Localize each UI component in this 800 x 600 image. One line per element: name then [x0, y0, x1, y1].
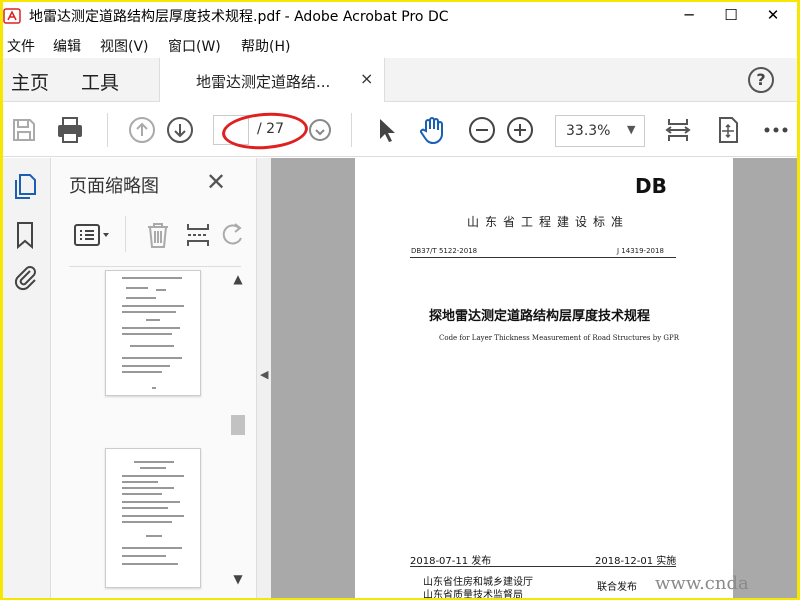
- doc-publisher-2: 山东省质量技术监督局: [423, 590, 523, 598]
- fit-page-icon[interactable]: [663, 115, 693, 145]
- doc-code-left: DB37/T 5122-2018: [411, 247, 478, 255]
- doc-title: 探地雷达测定道路结构层厚度技术规程: [429, 309, 651, 324]
- panel-toolbar: [69, 216, 249, 256]
- menu-file[interactable]: 文件: [7, 36, 35, 56]
- page-thumbnails-icon[interactable]: [10, 172, 40, 202]
- doc-issue-date: 2018-07-11 发布: [410, 556, 492, 567]
- close-window-button[interactable]: ✕: [753, 2, 793, 28]
- doc-badge: DB: [635, 174, 667, 198]
- scroll-down-icon[interactable]: ▼: [229, 572, 247, 590]
- select-cursor-icon[interactable]: [371, 115, 401, 145]
- panel-collapse-strip[interactable]: ◀: [257, 158, 271, 598]
- document-tab-label: 地雷达测定道路结...: [196, 73, 331, 91]
- scrollbar-thumb[interactable]: [231, 415, 245, 435]
- page-stepper-icon[interactable]: [305, 115, 335, 145]
- bookmark-icon[interactable]: [10, 220, 40, 250]
- acrobat-logo-icon: [3, 7, 25, 25]
- nav-home[interactable]: 主页: [11, 68, 49, 95]
- doc-rule: [410, 566, 676, 567]
- nav-tools[interactable]: 工具: [81, 68, 119, 95]
- toolbar-separator: [125, 216, 126, 252]
- zoom-in-icon[interactable]: [505, 115, 535, 145]
- doc-standard-heading: 山东省工程建设标准: [467, 215, 630, 229]
- panel-divider: [69, 266, 241, 267]
- menu-view[interactable]: 视图(V): [100, 36, 149, 56]
- scroll-up-icon[interactable]: ▲: [229, 272, 247, 290]
- menu-bar: 文件 编辑 视图(V) 窗口(W) 帮助(H): [3, 32, 797, 56]
- chevron-down-icon: ▼: [627, 123, 636, 136]
- nav-bar: 主页 工具 地雷达测定道路结... × ?: [3, 58, 797, 102]
- window-title: 地雷达测定道路结构层厚度技术规程.pdf - Adobe Acrobat Pro…: [29, 9, 449, 25]
- watermark: www.cnda: [655, 573, 749, 594]
- left-icon-rail: [3, 158, 51, 598]
- thumbnail-scrollbar[interactable]: ▲ ▼: [229, 272, 247, 592]
- doc-subtitle: Code for Layer Thickness Measurement of …: [439, 334, 679, 342]
- more-options-icon[interactable]: [761, 115, 791, 145]
- hand-tool-icon[interactable]: [417, 115, 447, 145]
- doc-joint-release: 联合发布: [597, 582, 637, 593]
- help-icon[interactable]: ?: [748, 67, 774, 93]
- zoom-out-icon[interactable]: [467, 115, 497, 145]
- toolbar-separator: [351, 113, 352, 147]
- panel-title: 页面缩略图: [69, 176, 159, 197]
- title-bar: 地雷达测定道路结构层厚度技术规程.pdf - Adobe Acrobat Pro…: [3, 2, 797, 30]
- collapse-arrow-icon[interactable]: ◀: [260, 368, 268, 381]
- maximize-button[interactable]: ☐: [711, 2, 751, 28]
- insert-page-icon[interactable]: [183, 220, 213, 254]
- toolbar-separator: [107, 113, 108, 147]
- toolbar: / 27 33.3% ▼: [3, 103, 797, 157]
- previous-page-icon[interactable]: [127, 115, 157, 145]
- page-thumbnail[interactable]: [105, 448, 201, 588]
- minimize-button[interactable]: ─: [669, 2, 709, 28]
- menu-help[interactable]: 帮助(H): [241, 36, 290, 56]
- next-page-icon[interactable]: [165, 115, 195, 145]
- tab-close-icon[interactable]: ×: [360, 69, 373, 88]
- delete-page-icon[interactable]: [143, 220, 173, 254]
- page-thumbnail[interactable]: [105, 270, 201, 396]
- menu-edit[interactable]: 编辑: [53, 36, 81, 56]
- attachment-icon[interactable]: [10, 262, 40, 292]
- thumbnail-options-icon[interactable]: [73, 220, 113, 254]
- doc-code-right: J 14319-2018: [617, 247, 664, 255]
- doc-effective-date: 2018-12-01 实施: [595, 556, 677, 567]
- zoom-select[interactable]: 33.3% ▼: [555, 115, 645, 147]
- document-view[interactable]: DB 山东省工程建设标准 DB37/T 5122-2018 J 14319-20…: [271, 158, 797, 598]
- zoom-value: 33.3%: [566, 123, 611, 139]
- document-tab[interactable]: 地雷达测定道路结... ×: [159, 58, 385, 102]
- save-icon[interactable]: [9, 115, 39, 145]
- doc-rule: [410, 257, 676, 258]
- close-icon[interactable]: ✕: [206, 168, 226, 196]
- print-icon[interactable]: [55, 115, 85, 145]
- full-screen-icon[interactable]: [713, 115, 743, 145]
- pdf-page: DB 山东省工程建设标准 DB37/T 5122-2018 J 14319-20…: [355, 158, 733, 598]
- rotate-page-icon[interactable]: [221, 220, 243, 254]
- thumbnail-panel: 页面缩略图 ✕ ▲ ▼: [51, 158, 257, 598]
- menu-window[interactable]: 窗口(W): [168, 36, 221, 56]
- acrobat-window: 地雷达测定道路结构层厚度技术规程.pdf - Adobe Acrobat Pro…: [3, 2, 797, 598]
